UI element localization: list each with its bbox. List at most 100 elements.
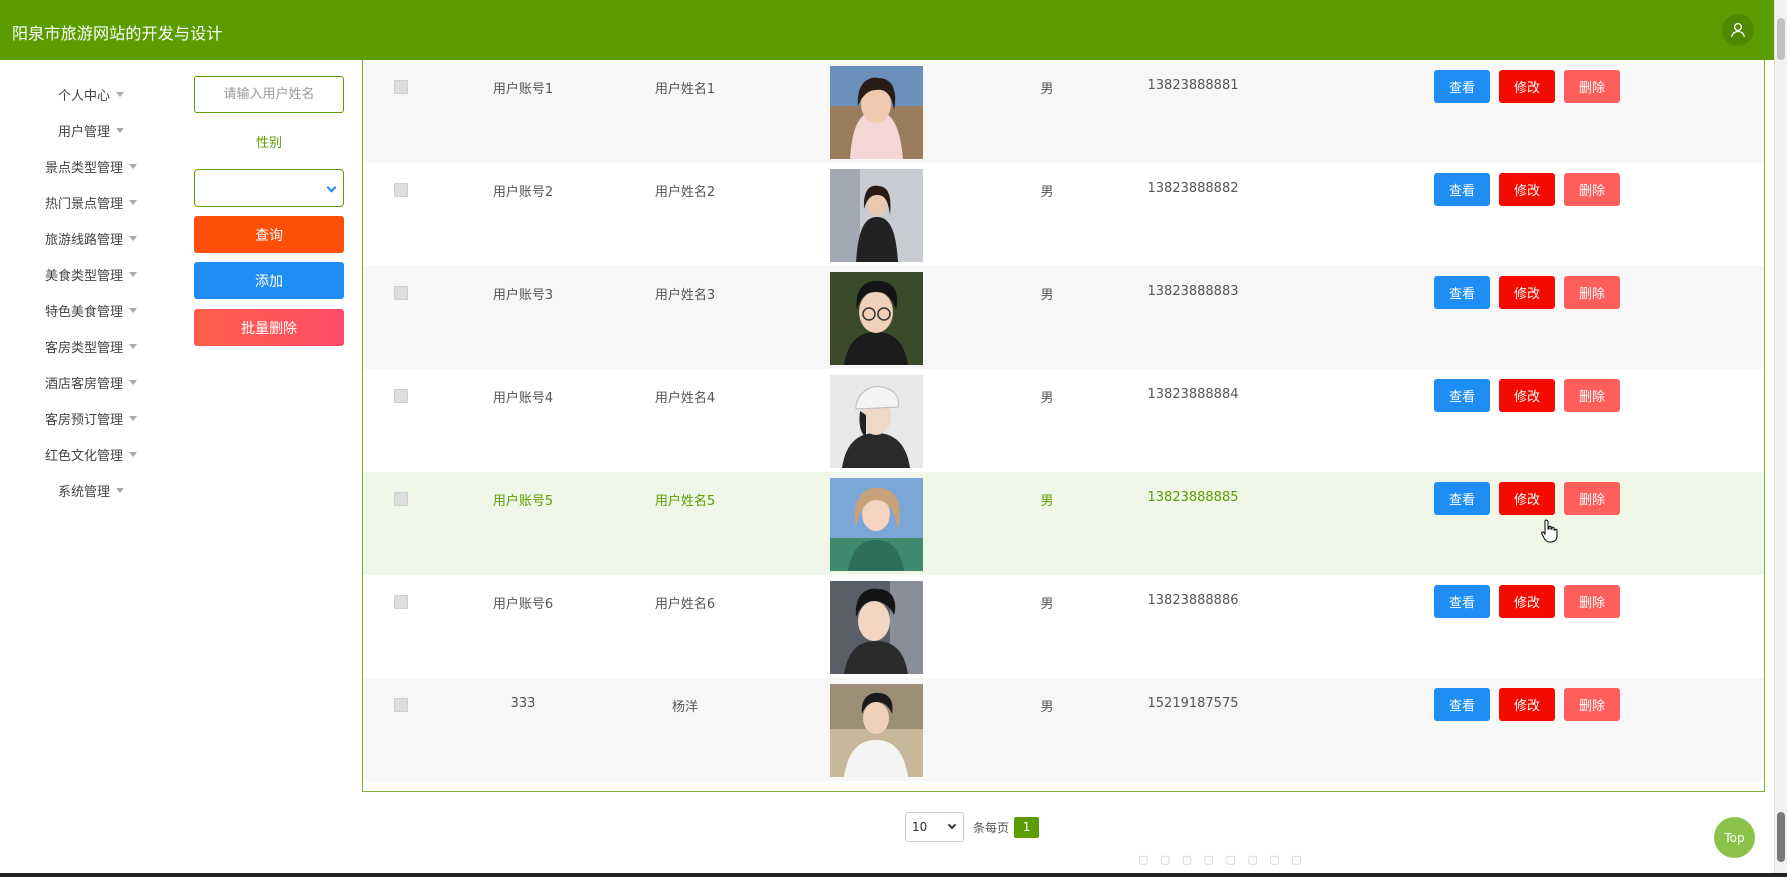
sidebar-nav: 个人中心 用户管理 景点类型管理 热门景点管理 旅游线路管理 美食类型管理 特色… [0, 60, 182, 800]
scrollbar-thumb[interactable] [1777, 18, 1785, 60]
sidebar-item-label: 客房类型管理 [44, 340, 123, 356]
page-number-button[interactable]: 1 [1014, 816, 1040, 838]
row-checkbox[interactable] [394, 492, 408, 506]
delete-button[interactable]: 删除 [1564, 379, 1620, 412]
edit-button[interactable]: 修改 [1499, 482, 1555, 515]
row-checkbox[interactable] [394, 80, 408, 94]
table-row: 用户账号1 用户姓名1 男 13823888881 查看 修改 删除 [363, 60, 1764, 163]
caret-down-icon [129, 415, 137, 421]
sidebar-item-system[interactable]: 系统管理 [0, 479, 182, 501]
delete-button[interactable]: 删除 [1564, 276, 1620, 309]
sidebar-item-room-booking[interactable]: 客房预订管理 [0, 407, 182, 429]
chevron-down-icon [947, 820, 957, 830]
caret-down-icon [116, 91, 124, 97]
row-checkbox[interactable] [394, 698, 408, 712]
sidebar-item-room-type[interactable]: 客房类型管理 [0, 335, 182, 357]
sex-cell: 男 [1040, 391, 1054, 406]
sidebar-item-travel-route[interactable]: 旅游线路管理 [0, 227, 182, 249]
edit-button[interactable]: 修改 [1499, 276, 1555, 309]
sidebar-item-scenic-type[interactable]: 景点类型管理 [0, 155, 182, 177]
name-cell: 用户姓名6 [654, 597, 716, 612]
name-cell: 用户姓名2 [654, 185, 716, 200]
user-photo [830, 169, 923, 262]
user-name-search-input[interactable]: 请输入用户姓名 [194, 76, 344, 113]
gender-select[interactable] [194, 169, 344, 207]
user-photo [830, 684, 923, 777]
top-header: 阳泉市旅游网站的开发与设计 [0, 0, 1774, 60]
view-button[interactable]: 查看 [1434, 70, 1490, 103]
page-scrollbar[interactable] [1774, 0, 1787, 877]
sidebar-item-special-food[interactable]: 特色美食管理 [0, 299, 182, 321]
delete-button[interactable]: 删除 [1564, 482, 1620, 515]
view-button[interactable]: 查看 [1434, 482, 1490, 515]
caret-down-icon [129, 271, 137, 277]
caret-down-icon [116, 127, 124, 133]
sidebar-item-personal-center[interactable]: 个人中心 [0, 83, 182, 105]
back-to-top-button[interactable]: Top [1714, 817, 1755, 858]
user-photo [830, 581, 923, 674]
sidebar-item-hot-scenic[interactable]: 热门景点管理 [0, 191, 182, 213]
sidebar-item-user-management[interactable]: 用户管理 [0, 119, 182, 141]
scrollbar-thumb-lower[interactable] [1777, 812, 1785, 862]
edit-button[interactable]: 修改 [1499, 688, 1555, 721]
phone-cell: 13823888885 [1147, 490, 1239, 505]
caret-down-icon [129, 379, 137, 385]
sidebar-item-label: 用户管理 [57, 124, 110, 140]
site-title: 阳泉市旅游网站的开发与设计 [12, 24, 223, 43]
sidebar-item-red-culture[interactable]: 红色文化管理 [0, 443, 182, 465]
sidebar-item-label: 客房预订管理 [44, 412, 123, 428]
hand-cursor-icon [1541, 519, 1559, 547]
user-photo [830, 478, 923, 571]
gender-label: 性别 [255, 136, 282, 151]
search-panel: 请输入用户姓名 性别 查询 添加 批量删除 [194, 60, 344, 360]
sidebar-item-label: 酒店客房管理 [44, 376, 123, 392]
caret-down-icon [129, 163, 137, 169]
account-cell: 用户账号5 [492, 494, 554, 509]
sidebar-item-label: 美食类型管理 [44, 268, 123, 284]
phone-cell: 13823888883 [1147, 284, 1239, 299]
delete-button[interactable]: 删除 [1564, 688, 1620, 721]
view-button[interactable]: 查看 [1434, 276, 1490, 309]
phone-cell: 13823888884 [1147, 387, 1239, 402]
sidebar-item-hotel-room[interactable]: 酒店客房管理 [0, 371, 182, 393]
page-size-select[interactable]: 10 [905, 812, 964, 842]
edit-button[interactable]: 修改 [1499, 70, 1555, 103]
table-row: 用户账号3 用户姓名3 男 13823888883 查看 修改 删除 [363, 266, 1764, 369]
row-checkbox[interactable] [394, 183, 408, 197]
view-button[interactable]: 查看 [1434, 688, 1490, 721]
phone-cell: 15219187575 [1147, 696, 1239, 711]
sidebar-item-label: 旅游线路管理 [44, 232, 123, 248]
account-cell: 用户账号2 [492, 185, 554, 200]
batch-delete-button[interactable]: 批量删除 [194, 309, 344, 346]
caret-down-icon [129, 343, 137, 349]
sidebar-item-label: 系统管理 [57, 484, 110, 500]
table-row: 用户账号4 用户姓名4 男 13823888884 查看 修改 删除 [363, 369, 1764, 472]
row-checkbox[interactable] [394, 595, 408, 609]
view-button[interactable]: 查看 [1434, 379, 1490, 412]
sidebar-item-label: 特色美食管理 [44, 304, 123, 320]
page-size-value: 10 [912, 820, 928, 834]
add-button[interactable]: 添加 [194, 262, 344, 299]
chevron-down-icon [326, 182, 337, 193]
sidebar-item-label: 热门景点管理 [44, 196, 123, 212]
sidebar-item-food-type[interactable]: 美食类型管理 [0, 263, 182, 285]
delete-button[interactable]: 删除 [1564, 70, 1620, 103]
delete-button[interactable]: 删除 [1564, 585, 1620, 618]
view-button[interactable]: 查看 [1434, 585, 1490, 618]
delete-button[interactable]: 删除 [1564, 173, 1620, 206]
caret-down-icon [129, 451, 137, 457]
caret-down-icon [116, 487, 124, 493]
caret-down-icon [129, 199, 137, 205]
query-button[interactable]: 查询 [194, 216, 344, 253]
edit-button[interactable]: 修改 [1499, 173, 1555, 206]
name-cell: 杨洋 [671, 700, 698, 715]
row-checkbox[interactable] [394, 286, 408, 300]
edit-button[interactable]: 修改 [1499, 585, 1555, 618]
edit-button[interactable]: 修改 [1499, 379, 1555, 412]
account-cell: 用户账号6 [492, 597, 554, 612]
phone-cell: 13823888881 [1147, 78, 1239, 93]
user-icon[interactable] [1722, 14, 1754, 46]
sex-cell: 男 [1040, 288, 1054, 303]
row-checkbox[interactable] [394, 389, 408, 403]
view-button[interactable]: 查看 [1434, 173, 1490, 206]
